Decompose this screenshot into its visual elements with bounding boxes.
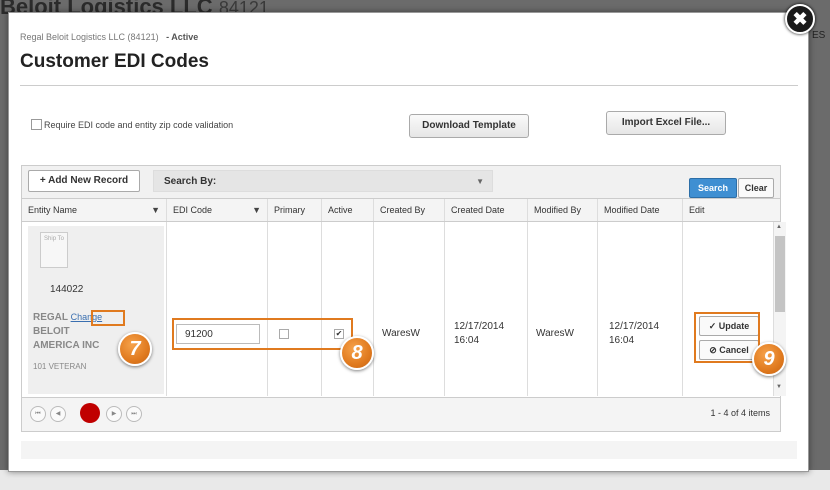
first-page-icon[interactable]: ⏮	[30, 406, 46, 422]
entity-cell: Ship To 144022 REGAL Change BELOIT AMERI…	[22, 222, 167, 396]
divider	[20, 85, 798, 86]
column-header-created-by[interactable]: Created By	[374, 199, 445, 221]
filter-icon[interactable]: ▼	[252, 199, 261, 221]
column-header-edi-code[interactable]: EDI Code ▼	[167, 199, 268, 221]
entity-number: 144022	[50, 284, 84, 295]
close-icon[interactable]: ✖	[785, 4, 815, 34]
require-validation-option[interactable]: Require EDI code and entity zip code val…	[31, 119, 233, 130]
filter-icon[interactable]: ▼	[151, 199, 160, 221]
clear-button[interactable]: Clear	[738, 178, 774, 198]
modified-date-value: 12/17/2014 16:04	[609, 321, 660, 346]
add-new-record-button[interactable]: + Add New Record	[28, 170, 140, 192]
ship-to-icon: Ship To	[40, 232, 68, 268]
column-header-active[interactable]: Active	[322, 199, 374, 221]
column-header-modified-by[interactable]: Modified By	[528, 199, 598, 221]
modified-by-value: WaresW	[536, 328, 574, 339]
last-page-icon[interactable]: ⏭	[126, 406, 142, 422]
callout-highlight-update-cancel	[694, 312, 760, 363]
page-bottom-shade	[0, 470, 830, 490]
background-text: ES	[812, 30, 826, 41]
created-date-value: 12/17/2014 16:04	[454, 321, 505, 346]
callout-highlight-edit-fields	[172, 318, 353, 350]
import-excel-button[interactable]: Import Excel File...	[606, 111, 726, 135]
column-header-primary[interactable]: Primary	[268, 199, 322, 221]
modified-by-cell: WaresW	[528, 222, 598, 396]
entity-address: 101 VETERAN	[33, 362, 87, 371]
current-page-indicator[interactable]	[80, 403, 100, 423]
column-header-modified-date[interactable]: Modified Date	[598, 199, 683, 221]
next-page-icon[interactable]: ▶	[106, 406, 122, 422]
primary-cell	[268, 222, 322, 396]
column-header-created-date[interactable]: Created Date	[445, 199, 528, 221]
callout-badge-8: 8	[340, 336, 374, 370]
created-by-value: WaresW	[382, 328, 420, 339]
created-by-cell: WaresW	[374, 222, 445, 396]
customer-edi-codes-dialog: Regal Beloit Logistics LLC (84121) - Act…	[8, 12, 809, 472]
column-header-entity-name[interactable]: Entity Name ▼	[22, 199, 167, 221]
previous-page-icon[interactable]: ◀	[50, 406, 66, 422]
require-validation-checkbox[interactable]	[31, 119, 42, 130]
dialog-footer	[21, 441, 797, 459]
edi-codes-grid: + Add New Record Search By: ▼ Search Cle…	[21, 165, 786, 432]
active-cell	[322, 222, 374, 396]
require-validation-label: Require EDI code and entity zip code val…	[44, 119, 234, 130]
callout-highlight-change	[91, 310, 125, 326]
grid-toolbar: + Add New Record Search By: ▼ Search Cle…	[22, 166, 780, 199]
scrollbar-thumb[interactable]	[775, 236, 785, 312]
chevron-down-icon: ▼	[476, 177, 484, 186]
callout-badge-7: 7	[118, 332, 152, 366]
grid-header: Entity Name ▼ EDI Code ▼ Primary Active Cr…	[22, 199, 780, 222]
scroll-up-icon[interactable]: ▲	[776, 224, 782, 230]
pager-info: 1 - 4 of 4 items	[710, 408, 770, 418]
dialog-subtitle: Regal Beloit Logistics LLC (84121) - Act…	[20, 32, 199, 42]
table-row: Ship To 144022 REGAL Change BELOIT AMERI…	[22, 222, 786, 396]
search-by-dropdown[interactable]: Search By: ▼	[153, 170, 493, 192]
created-date-cell: 12/17/2014 16:04	[445, 222, 528, 396]
scroll-down-icon[interactable]: ▼	[776, 384, 782, 390]
edi-code-cell	[167, 222, 268, 396]
column-header-edit[interactable]: Edit	[683, 199, 780, 221]
dialog-title: Customer EDI Codes	[20, 51, 209, 72]
callout-badge-9: 9	[752, 342, 786, 376]
download-template-button[interactable]: Download Template	[409, 114, 529, 138]
search-button[interactable]: Search	[689, 178, 737, 198]
search-by-label: Search By:	[164, 176, 217, 187]
modified-date-cell: 12/17/2014 16:04	[598, 222, 683, 396]
grid-pager: ⏮ ◀ ▶ ⏭ 1 - 4 of 4 items	[22, 397, 780, 431]
